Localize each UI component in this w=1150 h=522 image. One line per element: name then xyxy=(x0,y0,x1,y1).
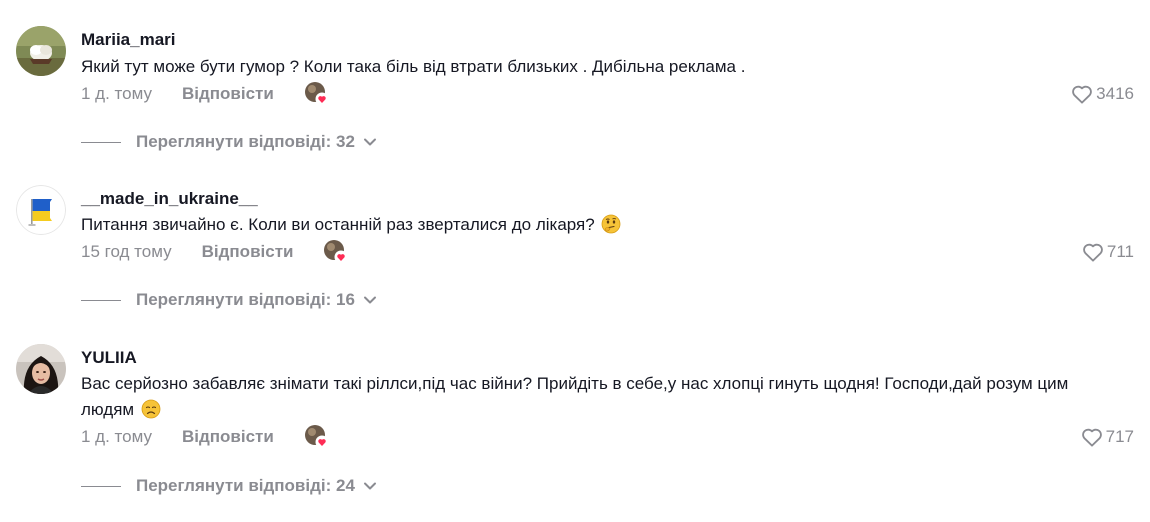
heart-outline-icon xyxy=(1072,85,1093,104)
divider xyxy=(81,485,121,487)
like-count: 711 xyxy=(1106,242,1134,261)
view-replies-button[interactable]: Переглянути відповіді: 16 xyxy=(81,288,377,312)
username[interactable]: Mariia_mari xyxy=(81,30,176,50)
divider xyxy=(81,141,121,143)
like-button[interactable]: 711 xyxy=(1082,239,1134,265)
reply-button[interactable]: Відповісти xyxy=(182,84,274,104)
heart-outline-icon xyxy=(1081,428,1102,447)
chevron-down-icon xyxy=(363,296,376,304)
avatar[interactable] xyxy=(16,344,66,394)
comment-text: Який тут може бути гумор ? Коли така біл… xyxy=(81,57,746,76)
comment-text: Вас серйозно забавляє знімати такі ріллс… xyxy=(81,371,1111,423)
view-replies-label: Переглянути відповіді: 32 xyxy=(136,132,355,151)
comment-meta: 1 д. тому Відповісти xyxy=(81,81,330,107)
comment-time: 15 год тому xyxy=(81,242,172,261)
reply-button[interactable]: Відповісти xyxy=(182,427,274,447)
comment-time: 1 д. тому xyxy=(81,84,152,103)
avatar[interactable] xyxy=(16,185,66,235)
comment-text-body: Питання звичайно є. Коли ви останній раз… xyxy=(81,215,595,234)
username[interactable]: YULIIA xyxy=(81,348,137,368)
chevron-down-icon xyxy=(363,138,376,146)
like-button[interactable]: 717 xyxy=(1081,424,1134,450)
avatar[interactable] xyxy=(16,26,66,76)
comment-text-body: Вас серйозно забавляє знімати такі ріллс… xyxy=(81,374,1069,419)
reply-button[interactable]: Відповісти xyxy=(202,242,294,262)
thinking-face-icon xyxy=(602,214,621,234)
like-button[interactable]: 3416 xyxy=(1071,81,1134,107)
view-replies-label: Переглянути відповіді: 24 xyxy=(136,476,355,495)
creator-liked-heart-icon xyxy=(304,81,330,107)
view-replies-label: Переглянути відповіді: 16 xyxy=(136,290,355,309)
disappointed-face-icon xyxy=(141,399,161,419)
comment-time: 1 д. тому xyxy=(81,427,152,446)
like-count: 3416 xyxy=(1096,84,1134,103)
comment-meta: 1 д. тому Відповісти xyxy=(81,424,330,450)
chevron-down-icon xyxy=(363,482,376,490)
comment-meta: 15 год тому Відповісти xyxy=(81,239,349,265)
comment-text: Питання звичайно є. Коли ви останній раз… xyxy=(81,212,1131,238)
username[interactable]: __made_in_ukraine__ xyxy=(81,189,258,209)
view-replies-button[interactable]: Переглянути відповіді: 32 xyxy=(81,130,377,154)
divider xyxy=(81,299,121,301)
view-replies-button[interactable]: Переглянути відповіді: 24 xyxy=(81,474,377,498)
heart-outline-icon xyxy=(1083,243,1103,262)
creator-liked-heart-icon xyxy=(323,239,349,265)
creator-liked-heart-icon xyxy=(304,424,330,450)
like-count: 717 xyxy=(1105,427,1134,446)
